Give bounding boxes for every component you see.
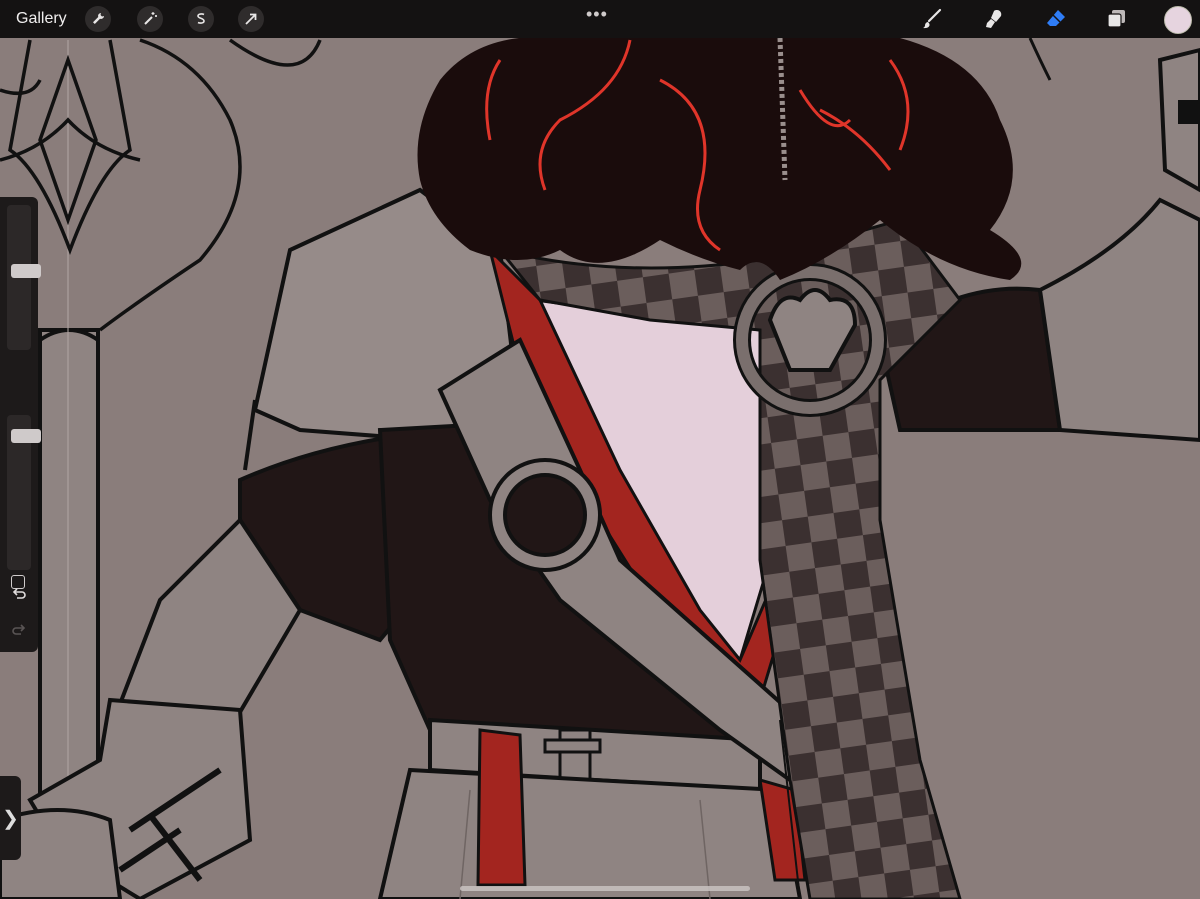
more-options-dots[interactable]: ••• [586, 4, 608, 25]
pants [377, 767, 803, 899]
color-picker-button[interactable] [1164, 6, 1192, 34]
layers-button[interactable] [1103, 5, 1131, 33]
redo-button[interactable] [10, 621, 28, 639]
eraser-icon [1047, 10, 1065, 26]
eraser-tool[interactable] [1042, 5, 1070, 33]
artwork [0, 38, 1200, 899]
expand-sidebar-tab[interactable]: ❯ [0, 776, 21, 860]
layers-icon [1107, 10, 1125, 28]
transform-arrow-icon [245, 13, 257, 25]
adjustments-button[interactable] [137, 6, 163, 32]
selection-s-icon [197, 13, 205, 24]
gallery-button[interactable]: Gallery [16, 10, 67, 28]
selection-button[interactable] [188, 6, 214, 32]
side-toolbar [0, 197, 41, 652]
actions-button[interactable] [85, 6, 111, 32]
redo-icon [12, 624, 26, 635]
home-indicator[interactable] [460, 886, 750, 891]
smudge-icon [986, 10, 1002, 28]
undo-button[interactable] [10, 585, 28, 603]
opacity-slider[interactable] [7, 415, 41, 570]
drawing-canvas[interactable] [0, 38, 1200, 899]
transform-button[interactable] [238, 6, 264, 32]
top-toolbar: Gallery ••• [0, 0, 1200, 38]
opacity-thumb[interactable] [11, 429, 41, 443]
brush-size-thumb[interactable] [11, 264, 41, 278]
undo-icon [12, 588, 26, 599]
hair [417, 38, 1022, 280]
red-suspender-left [476, 728, 527, 887]
magic-wand-icon [144, 12, 157, 25]
brush-size-slider[interactable] [7, 205, 41, 350]
brush-icon [923, 8, 942, 29]
wrench-icon [93, 13, 104, 24]
brush-tool[interactable] [918, 5, 946, 33]
smudge-tool[interactable] [980, 5, 1008, 33]
